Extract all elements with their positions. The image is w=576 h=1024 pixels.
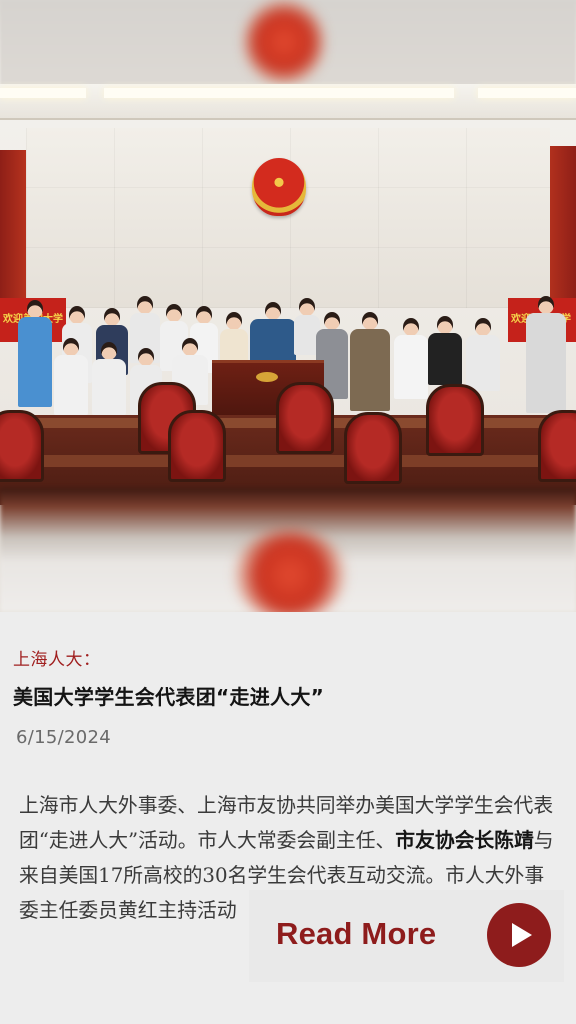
ceiling-light bbox=[478, 88, 576, 98]
article-date: 6/15/2024 bbox=[16, 727, 111, 748]
desk bbox=[0, 455, 576, 467]
person bbox=[350, 312, 390, 412]
person bbox=[526, 296, 566, 416]
person bbox=[18, 300, 52, 410]
chair bbox=[276, 382, 334, 454]
chair bbox=[168, 410, 226, 482]
read-more-button[interactable]: Read More bbox=[249, 890, 564, 982]
chair bbox=[538, 410, 576, 482]
person bbox=[466, 318, 500, 394]
blurred-emblem-top bbox=[244, 0, 324, 84]
person bbox=[54, 338, 88, 418]
chair bbox=[0, 410, 44, 482]
person bbox=[250, 302, 296, 364]
play-icon[interactable] bbox=[487, 903, 551, 967]
group-photo: 欢迎美国大学 欢迎美国大学 bbox=[0, 0, 576, 612]
blurred-emblem-bottom bbox=[234, 530, 346, 612]
chair bbox=[426, 384, 484, 456]
podium-emblem bbox=[256, 372, 278, 382]
article-title: 美国大学学生会代表团“走进人大” bbox=[13, 685, 325, 709]
ceiling-light bbox=[104, 88, 454, 98]
person bbox=[428, 316, 462, 386]
national-emblem bbox=[252, 158, 306, 216]
article-body-highlight: 市友协会长陈靖 bbox=[395, 829, 534, 852]
chair bbox=[344, 412, 402, 484]
person bbox=[92, 342, 126, 418]
person bbox=[394, 318, 428, 402]
marble-wall bbox=[26, 128, 550, 308]
read-more-label: Read More bbox=[276, 916, 437, 951]
red-side-wall bbox=[0, 150, 28, 300]
source-label: 上海人大： bbox=[13, 650, 101, 670]
ceiling-light bbox=[0, 88, 86, 98]
